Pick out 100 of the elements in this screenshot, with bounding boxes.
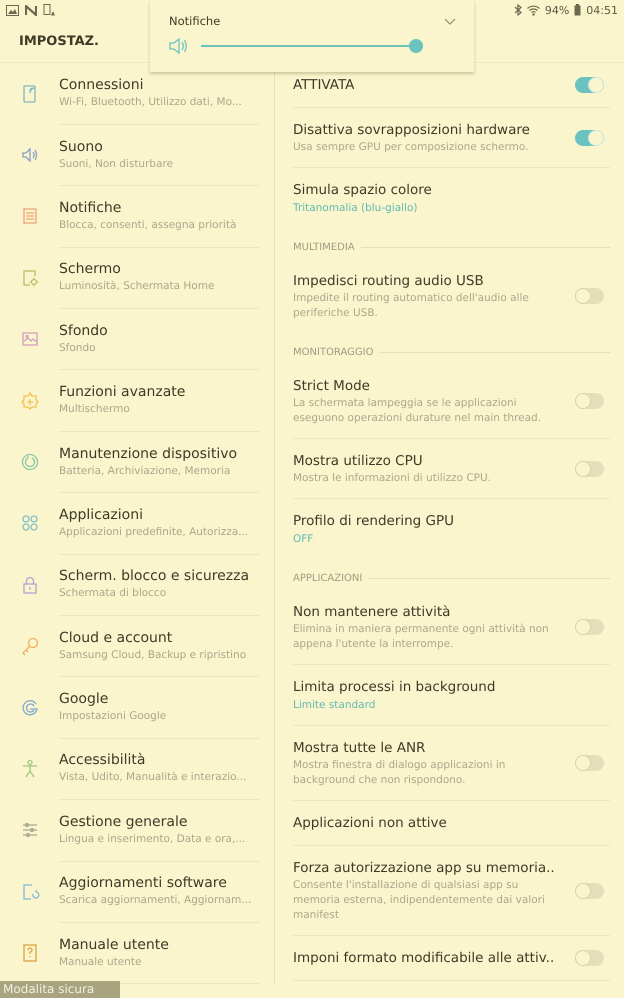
setting-description: Mostra le informazioni di utilizzo CPU. xyxy=(293,471,492,486)
menu-item[interactable]: Aggiornamenti software Scarica aggiornamenti, Aggiornam... xyxy=(0,861,274,922)
key-icon xyxy=(20,636,40,656)
chevron-down-icon[interactable] xyxy=(444,18,456,24)
menu-subtitle: Suoni, Non disturbare xyxy=(59,156,174,172)
menu-title: Manuale utente xyxy=(59,936,170,955)
menu-title: Cloud e account xyxy=(59,628,174,648)
setting-value: Limite standard xyxy=(293,698,376,713)
menu-title: Funzioni avanzate xyxy=(59,383,186,402)
menu-subtitle: Manuale utente xyxy=(59,954,142,970)
app-grid-icon xyxy=(20,513,40,534)
menu-subtitle: Applicazioni predefinite, Autorizza... xyxy=(59,524,250,540)
menu-item[interactable]: Notifiche Blocca, consenti, assegna priorità xyxy=(0,186,274,248)
setting-value: OFF xyxy=(293,532,314,547)
setting-title: Disattiva sovrapposizioni hardware xyxy=(293,121,531,140)
menu-item[interactable]: Funzioni avanzate Multischermo xyxy=(0,370,274,432)
menu-item[interactable]: Schermo Luminosità, Schermata Home xyxy=(0,247,274,309)
menu-title: Accessibilità xyxy=(59,751,146,770)
toggle-switch[interactable] xyxy=(575,755,604,771)
google-g-icon xyxy=(20,698,40,718)
menu-subtitle: Luminosità, Schermata Home xyxy=(59,279,216,294)
setting-title: Forza autorizzazione app su memoria.. xyxy=(293,859,556,878)
menu-title: Sfondo xyxy=(59,322,109,341)
setting-title: Imponi formato modificabile alle attiv.. xyxy=(293,949,556,968)
setting-description: Elimina in maniera permanente ogni attività non appena l'utente la interrompe. xyxy=(293,622,550,652)
refresh-circle-icon xyxy=(20,452,40,472)
menu-item[interactable]: Scherm. blocco e sicurezza Schermata di blocco xyxy=(0,554,274,616)
menu-title: Google xyxy=(59,690,110,710)
setting-description: Consente l'installazione di qualsiasi app su memoria esterna, indipendentemente dai valori manifest xyxy=(293,878,546,923)
menu-subtitle: Sfondo xyxy=(59,340,97,356)
setting-row[interactable]: Disattiva sovrapposizioni hardware Usa sempre GPU per composizione schermo. xyxy=(293,108,610,168)
menu-title: Schermo xyxy=(59,260,122,280)
setting-row[interactable]: Forza autorizzazione app su memoria.. Consente l'installazione di qualsiasi app su memoria esterna, indipendentemente dai valori manifest xyxy=(293,846,610,936)
person-icon xyxy=(20,758,40,779)
setting-row[interactable]: Mostra utilizzo CPU Mostra le informazioni di utilizzo CPU. xyxy=(293,439,610,499)
menu-subtitle: Samsung Cloud, Backup e ripristino xyxy=(59,648,248,663)
toggle-switch[interactable] xyxy=(575,619,604,635)
setting-description: Mostra finestra di dialogo applicazioni in background che non rispondono. xyxy=(293,758,506,788)
setting-row[interactable]: Imponi formato modificabile alle attiv.. xyxy=(293,936,610,981)
safe-mode-toast: Modalita sicura xyxy=(0,981,120,998)
setting-title: Profilo di rendering GPU xyxy=(293,512,456,531)
setting-row[interactable]: Limita processi in background Limite standard xyxy=(293,665,610,726)
battery-icon xyxy=(574,4,582,16)
menu-item[interactable]: Google Impostazioni Google xyxy=(0,676,274,738)
setting-title: Impedisci routing audio USB xyxy=(293,272,485,291)
menu-subtitle: Blocca, consenti, assegna priorità xyxy=(59,218,238,233)
menu-subtitle: Schermata di blocco xyxy=(59,586,168,602)
clock-time: 04:51 xyxy=(586,4,618,16)
settings-title: IMPOSTAZ. xyxy=(19,34,99,48)
battery-percentage: 94% xyxy=(544,4,570,16)
section-header: MONITORAGGIO xyxy=(293,347,374,358)
menu-subtitle: Scarica aggiornamenti, Aggiornam... xyxy=(59,893,252,908)
setting-description: Impedite il routing automatico dell'audio alle periferiche USB. xyxy=(293,291,530,321)
toggle-switch[interactable] xyxy=(575,288,604,304)
volume-slider[interactable] xyxy=(201,39,423,53)
menu-subtitle: Vista, Udito, Manualità e interazio... xyxy=(59,770,248,786)
setting-title: Strict Mode xyxy=(293,377,371,396)
bluetooth-icon xyxy=(514,4,522,16)
setting-row[interactable]: Profilo di rendering GPU OFF xyxy=(293,499,610,565)
setting-row[interactable]: Non mantenere attività Elimina in maniera permanente ogni attività non appena l'utente la interrompe. xyxy=(293,590,610,665)
toggle-switch[interactable] xyxy=(575,882,604,898)
setting-title: Mostra utilizzo CPU xyxy=(293,452,424,471)
menu-title: Connessioni xyxy=(59,76,145,96)
menu-item[interactable]: Accessibilità Vista, Udito, Manualità e interazio... xyxy=(0,738,274,800)
volume-title: Notifiche xyxy=(169,14,220,28)
toggle-switch[interactable] xyxy=(575,393,604,409)
setting-value: Tritanomalia (blu-giallo) xyxy=(293,201,418,216)
toggle-switch[interactable] xyxy=(575,77,604,93)
setting-row[interactable]: Simula spazio colore Tritanomalia (blu-giallo) xyxy=(293,168,610,234)
wifi-icon xyxy=(526,4,540,16)
menu-item[interactable]: Sfondo Sfondo xyxy=(0,308,274,370)
n-logo-icon xyxy=(25,4,37,16)
menu-title: Notifiche xyxy=(59,198,122,218)
setting-row[interactable]: Applicazioni non attive xyxy=(293,801,610,846)
menu-item[interactable]: Suono Suoni, Non disturbare xyxy=(0,124,274,186)
menu-title: Scherm. blocco e sicurezza xyxy=(59,567,250,586)
menu-subtitle: Multischermo xyxy=(59,402,131,418)
setting-title: Non mantenere attività xyxy=(293,603,452,622)
setting-title: Applicazioni non attive xyxy=(293,814,448,833)
menu-subtitle: Wi-Fi, Bluetooth, Utilizzo dati, Mo... xyxy=(59,95,243,110)
setting-title: Limita processi in background xyxy=(293,678,496,697)
image-icon xyxy=(6,4,19,16)
device-warning-icon xyxy=(43,4,55,16)
setting-row[interactable]: Mostra tutte le ANR Mostra finestra di dialogo applicazioni in background che non rispondono. xyxy=(293,726,610,801)
menu-item[interactable]: Gestione generale Lingua e inserimento, Data e ora,... xyxy=(0,800,274,862)
menu-subtitle: Lingua e inserimento, Data e ora,... xyxy=(59,832,246,847)
setting-row[interactable]: Strict Mode La schermata lampeggia se le applicazioni eseguono operazioni durature nel main thread. xyxy=(293,364,610,439)
menu-item[interactable]: Cloud e account Samsung Cloud, Backup e ripristino xyxy=(0,616,274,677)
menu-title: Manutenzione dispositivo xyxy=(59,444,238,464)
speaker-icon xyxy=(169,37,189,55)
toggle-switch[interactable] xyxy=(575,950,604,966)
menu-item[interactable]: Manutenzione dispositivo Batteria, Archiviazione, Memoria xyxy=(0,431,274,493)
menu-item[interactable]: Applicazioni Applicazioni predefinite, Autorizza... xyxy=(0,492,274,554)
setting-title: Mostra tutte le ANR xyxy=(293,739,426,758)
section-header: MULTIMEDIA xyxy=(293,242,355,253)
toggle-switch[interactable] xyxy=(575,130,604,146)
toggle-switch[interactable] xyxy=(575,460,604,476)
setting-row[interactable]: Impedisci routing audio USB Impedite il routing automatico dell'audio alle periferiche USB. xyxy=(293,259,610,339)
setting-title: Simula spazio colore xyxy=(293,181,433,200)
menu-subtitle: Impostazioni Google xyxy=(59,709,168,724)
